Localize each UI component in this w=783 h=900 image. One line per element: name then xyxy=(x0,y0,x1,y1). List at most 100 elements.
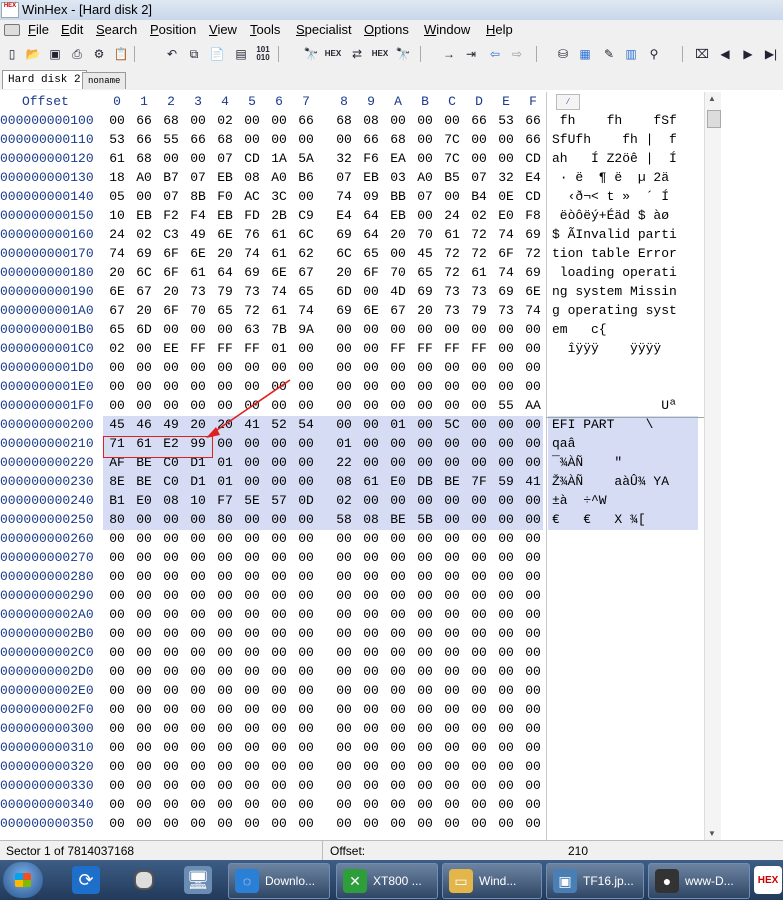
hex-byte[interactable]: FF xyxy=(439,341,465,356)
hex-byte[interactable]: 00 xyxy=(520,683,546,698)
hex-byte[interactable]: 00 xyxy=(358,455,384,470)
hex-byte[interactable]: 00 xyxy=(412,455,438,470)
hex-byte[interactable]: 20 xyxy=(131,303,157,318)
hex-byte[interactable]: 66 xyxy=(185,132,211,147)
hex-byte[interactable]: 00 xyxy=(131,607,157,622)
hex-byte[interactable]: 08 xyxy=(239,170,265,185)
hex-byte[interactable]: 00 xyxy=(331,379,357,394)
hex-byte[interactable]: 65 xyxy=(293,284,319,299)
ascii-text[interactable]: g operating syst xyxy=(552,303,702,318)
hex-byte[interactable]: 00 xyxy=(520,417,546,432)
ascii-text[interactable]: ëòôëý+Éäd $ àø xyxy=(552,208,702,223)
menu-specialist[interactable]: Specialist xyxy=(296,22,352,37)
start-button[interactable] xyxy=(3,862,43,898)
hex-byte[interactable]: 00 xyxy=(412,417,438,432)
hex-byte[interactable]: 00 xyxy=(185,607,211,622)
hex-byte[interactable]: 00 xyxy=(185,588,211,603)
hex-byte[interactable]: 76 xyxy=(239,227,265,242)
binary-icon[interactable]: 101 010 xyxy=(254,45,272,63)
hex-byte[interactable]: 00 xyxy=(358,702,384,717)
hex-byte[interactable]: 64 xyxy=(358,227,384,242)
hex-byte[interactable]: 00 xyxy=(131,626,157,641)
hex-byte[interactable]: 00 xyxy=(104,550,130,565)
hex-byte[interactable]: 6D xyxy=(131,322,157,337)
hex-byte[interactable]: 00 xyxy=(466,436,492,451)
hex-byte[interactable]: 00 xyxy=(212,816,238,831)
hex-byte[interactable]: 00 xyxy=(212,721,238,736)
hex-byte[interactable]: 00 xyxy=(385,664,411,679)
hex-byte[interactable]: 00 xyxy=(158,645,184,660)
hex-byte[interactable]: 00 xyxy=(104,379,130,394)
hex-byte[interactable]: 00 xyxy=(131,778,157,793)
hex-byte[interactable]: 00 xyxy=(358,550,384,565)
hex-byte[interactable]: 00 xyxy=(493,721,519,736)
close-icon[interactable]: ⌧ xyxy=(693,45,711,63)
hex-byte[interactable]: 18 xyxy=(104,170,130,185)
ascii-text[interactable]: ¯¾ÀÑ " xyxy=(552,455,702,470)
hex-byte[interactable]: 00 xyxy=(185,645,211,660)
ascii-text[interactable]: ah Í Z2öê | Í xyxy=(552,151,702,166)
disk-icon[interactable] xyxy=(4,24,20,36)
hex-byte[interactable]: 00 xyxy=(385,626,411,641)
hex-byte[interactable]: 49 xyxy=(158,417,184,432)
hex-row[interactable]: 000000000100 00 66 68 00 02 00 00 66 68 08 00 00 00 66… xyxy=(0,112,704,131)
hex-byte[interactable]: 00 xyxy=(293,436,319,451)
hex-byte[interactable]: 55 xyxy=(158,132,184,147)
hex-byte[interactable]: 00 xyxy=(266,664,292,679)
hex-byte[interactable]: 00 xyxy=(331,816,357,831)
hex-byte[interactable]: 00 xyxy=(293,512,319,527)
hex-byte[interactable]: 00 xyxy=(239,797,265,812)
hex-byte[interactable]: 07 xyxy=(331,170,357,185)
ascii-text[interactable]: EFI PART \ xyxy=(552,417,702,432)
hex-byte[interactable]: 66 xyxy=(520,132,546,147)
hex-row[interactable]: 000000000230 8E BE C0 D1 01 00 00 00 08 61 E0 DB BE 7F… xyxy=(0,473,704,492)
hex-byte[interactable]: 69 xyxy=(412,284,438,299)
hex-byte[interactable]: 00 xyxy=(131,569,157,584)
disk-editor-icon[interactable]: ⛁ xyxy=(554,45,572,63)
hex-byte[interactable]: 00 xyxy=(212,626,238,641)
hex-byte[interactable]: 00 xyxy=(439,113,465,128)
hex-byte[interactable]: 00 xyxy=(358,664,384,679)
ascii-text[interactable]: $ ÃInvalid parti xyxy=(552,227,702,242)
hex-row[interactable]: 000000000110 53 66 55 66 68 00 00 00 00 66 68 00 7C 00… xyxy=(0,131,704,150)
hex-byte[interactable]: 00 xyxy=(439,645,465,660)
last-icon[interactable]: ▶| xyxy=(762,45,780,63)
hex-byte[interactable]: E4 xyxy=(520,170,546,185)
hex-byte[interactable]: 58 xyxy=(331,512,357,527)
hex-byte[interactable]: 00 xyxy=(131,341,157,356)
hex-byte[interactable]: 02 xyxy=(466,208,492,223)
hex-byte[interactable]: 00 xyxy=(212,683,238,698)
hex-byte[interactable]: 00 xyxy=(493,816,519,831)
hex-byte[interactable]: 00 xyxy=(466,721,492,736)
properties-icon[interactable]: ⚙ xyxy=(90,45,108,63)
hex-byte[interactable]: 00 xyxy=(239,398,265,413)
hex-byte[interactable]: 20 xyxy=(212,417,238,432)
hex-byte[interactable]: 0D xyxy=(293,493,319,508)
hex-byte[interactable]: 02 xyxy=(331,493,357,508)
hex-byte[interactable]: EB xyxy=(212,170,238,185)
hex-byte[interactable]: 00 xyxy=(293,797,319,812)
hex-row[interactable]: 0000000001F0 00 00 00 00 00 00 00 00 00 00 00 00 00 00… xyxy=(0,397,704,416)
hex-byte[interactable]: 00 xyxy=(493,379,519,394)
menu-window[interactable]: Window xyxy=(424,22,470,37)
hex-byte[interactable]: 00 xyxy=(293,607,319,622)
hex-byte[interactable]: FF xyxy=(385,341,411,356)
hex-byte[interactable]: 00 xyxy=(293,531,319,546)
hex-byte[interactable]: 00 xyxy=(158,569,184,584)
hex-byte[interactable]: 00 xyxy=(412,740,438,755)
hex-byte[interactable]: 00 xyxy=(412,436,438,451)
hex-byte[interactable]: 00 xyxy=(493,322,519,337)
hex-byte[interactable]: 00 xyxy=(239,702,265,717)
hex-byte[interactable]: 00 xyxy=(158,664,184,679)
hex-byte[interactable]: 00 xyxy=(412,151,438,166)
hex-byte[interactable]: 00 xyxy=(385,816,411,831)
hex-byte[interactable]: 00 xyxy=(439,588,465,603)
hex-byte[interactable]: 00 xyxy=(493,645,519,660)
hex-byte[interactable]: 00 xyxy=(493,607,519,622)
hex-byte[interactable]: 00 xyxy=(158,721,184,736)
hex-byte[interactable]: 00 xyxy=(212,702,238,717)
hex-byte[interactable]: 00 xyxy=(358,569,384,584)
hex-byte[interactable]: 00 xyxy=(466,569,492,584)
hex-byte[interactable]: 00 xyxy=(358,398,384,413)
hex-byte[interactable]: 00 xyxy=(239,455,265,470)
